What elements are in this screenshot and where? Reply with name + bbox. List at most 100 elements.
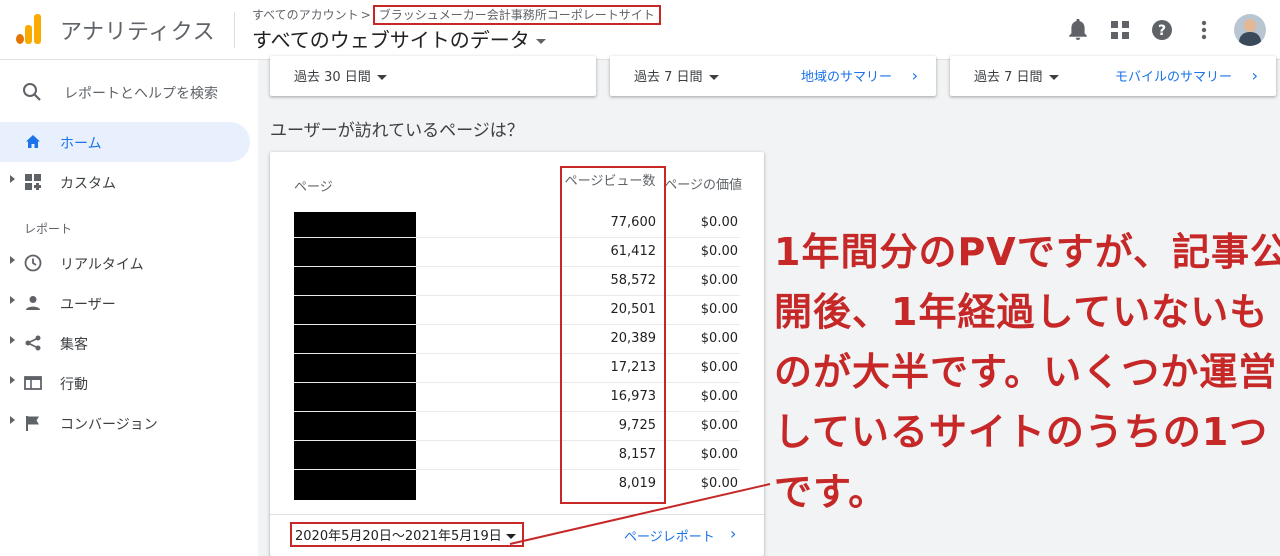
date-dropdown[interactable]: 過去 30 日間	[294, 66, 387, 85]
sidebar-item-acquisition[interactable]: 集客	[0, 323, 250, 363]
chevron-down-icon	[708, 75, 719, 80]
date-range-label: 2020年5月20日～2021年5月19日	[295, 529, 502, 544]
sidebar-search[interactable]: レポートとヘルプを検索	[0, 72, 258, 112]
table-row[interactable]: 77,600 $0.00	[294, 209, 740, 238]
column-header-page: ページ	[294, 180, 333, 195]
sidebar-item-label: 集客	[60, 337, 88, 353]
sidebar-item-conversions[interactable]: コンバージョン	[0, 403, 250, 443]
avatar[interactable]	[1234, 14, 1266, 46]
view-selector[interactable]: すべてのウェブサイトのデータ	[252, 24, 546, 53]
summary-card: 過去 7 日間 モバイルのサマリー ›	[950, 56, 1276, 96]
sidebar-item-label: ホーム	[60, 136, 102, 152]
chevron-right-icon[interactable]: ›	[730, 524, 736, 543]
sidebar-item-users[interactable]: ユーザー	[0, 283, 250, 323]
table-row[interactable]: 20,501 $0.00	[294, 296, 740, 325]
chevron-down-icon	[1048, 75, 1059, 80]
table-row[interactable]: 20,389 $0.00	[294, 325, 740, 354]
page-value-cell: $0.00	[700, 273, 738, 288]
pageviews-highlight-box	[560, 166, 666, 504]
table-row[interactable]: 8,019 $0.00	[294, 470, 740, 499]
page-value-cell: $0.00	[700, 331, 738, 346]
chevron-down-icon	[505, 534, 516, 539]
dashboard-icon	[25, 174, 41, 190]
table-row[interactable]: 58,572 $0.00	[294, 267, 740, 296]
bell-icon[interactable]	[1066, 18, 1090, 42]
annotation-line: のが大半です。いくつか運営	[774, 350, 1278, 394]
search-icon	[23, 83, 41, 101]
page-value-cell: $0.00	[700, 418, 738, 433]
sidebar-item-label: カスタム	[60, 176, 116, 192]
page-value-cell: $0.00	[700, 215, 738, 230]
chevron-right-icon	[10, 416, 15, 424]
annotation-text: 1年間分のPVですが、記事公 開後、1年経過していないも のが大半です。いくつか…	[774, 222, 1280, 522]
summary-card: 過去 30 日間	[270, 56, 596, 96]
annotation-line: しているサイトのうちの1つ	[774, 410, 1269, 454]
sidebar-item-label: リアルタイム	[60, 257, 144, 273]
page-value-cell: $0.00	[700, 360, 738, 375]
apps-grid-icon[interactable]	[1108, 18, 1132, 42]
column-header-page-value[interactable]: ページの価値	[662, 174, 742, 193]
section-title: ユーザーが訪れているページは？	[270, 121, 524, 141]
sidebar-item-behavior[interactable]: 行動	[0, 363, 250, 403]
table-row[interactable]: 17,213 $0.00	[294, 354, 740, 383]
date-dropdown-label: 過去 7 日間	[974, 70, 1043, 85]
app-name: アナリティクス	[60, 20, 216, 45]
page-value-cell: $0.00	[700, 244, 738, 259]
date-dropdown-label: 過去 30 日間	[294, 70, 371, 85]
header-actions: ?	[1066, 12, 1266, 48]
header-divider	[234, 12, 235, 48]
chevron-right-icon[interactable]: ›	[912, 66, 918, 85]
annotation-line: 開後、1年経過していないも	[774, 290, 1269, 334]
chevron-down-icon	[535, 39, 546, 44]
view-title: すべてのウェブサイトのデータ	[252, 28, 530, 52]
card-footer-divider	[270, 514, 764, 515]
annotation-line: 1年間分のPVですが、記事公	[774, 230, 1280, 274]
breadcrumb-property[interactable]: ブラッシュメーカー会計事務所コーポレートサイト	[372, 5, 661, 25]
chevron-right-icon	[10, 256, 15, 264]
annotation-line: です。	[774, 470, 888, 514]
search-placeholder: レポートとヘルプを検索	[64, 86, 218, 102]
acquisition-icon	[25, 335, 41, 351]
table-row[interactable]: 9,725 $0.00	[294, 412, 740, 441]
sidebar: レポートとヘルプを検索 ホーム カスタム レポート リアルタイム ユーザー 集客…	[0, 60, 258, 556]
breadcrumb-separator: >	[360, 8, 371, 22]
chevron-right-icon	[10, 175, 15, 183]
date-dropdown-label: 過去 7 日間	[634, 70, 703, 85]
date-dropdown[interactable]: 過去 7 日間	[974, 66, 1059, 85]
sidebar-item-label: コンバージョン	[60, 417, 158, 433]
summary-card: 過去 7 日間 地域のサマリー ›	[610, 56, 936, 96]
geo-summary-link[interactable]: 地域のサマリー	[801, 66, 892, 85]
help-icon[interactable]: ?	[1150, 18, 1174, 42]
sidebar-item-home[interactable]: ホーム	[0, 122, 250, 162]
chevron-right-icon	[10, 296, 15, 304]
sidebar-item-label: 行動	[60, 377, 88, 393]
chevron-down-icon	[376, 75, 387, 80]
clock-icon	[24, 254, 42, 272]
analytics-logo-icon[interactable]	[16, 14, 42, 44]
chevron-right-icon	[10, 376, 15, 384]
breadcrumb-account[interactable]: すべてのアカウント	[252, 8, 359, 22]
top-pages-card: ページ ページビュー数 ページの価値 77,600 $0.00 61,412 $0.…	[270, 152, 764, 556]
table-row[interactable]: 8,157 $0.00	[294, 441, 740, 470]
more-vert-icon[interactable]	[1192, 18, 1216, 42]
behavior-icon	[24, 376, 42, 390]
sidebar-item-realtime[interactable]: リアルタイム	[0, 243, 250, 283]
page-value-cell: $0.00	[700, 302, 738, 317]
page-value-cell: $0.00	[700, 389, 738, 404]
pages-report-link[interactable]: ページレポート	[624, 526, 715, 545]
date-range-dropdown[interactable]: 2020年5月20日～2021年5月19日	[290, 522, 524, 547]
home-icon	[26, 135, 40, 148]
table-row[interactable]: 61,412 $0.00	[294, 238, 740, 267]
table-row[interactable]: 16,973 $0.00	[294, 383, 740, 412]
chevron-right-icon[interactable]: ›	[1252, 66, 1258, 85]
date-dropdown[interactable]: 過去 7 日間	[634, 66, 719, 85]
breadcrumb[interactable]: すべてのアカウント > ブラッシュメーカー会計事務所コーポレートサイト	[252, 5, 661, 25]
sidebar-item-label: ユーザー	[60, 297, 116, 313]
sidebar-item-custom[interactable]: カスタム	[0, 162, 250, 202]
page-value-cell: $0.00	[700, 447, 738, 462]
mobile-summary-link[interactable]: モバイルのサマリー	[1115, 66, 1232, 85]
chevron-right-icon	[10, 336, 15, 344]
person-icon	[26, 296, 40, 310]
page-value-cell: $0.00	[700, 476, 738, 491]
sidebar-section-label: レポート	[24, 222, 73, 236]
